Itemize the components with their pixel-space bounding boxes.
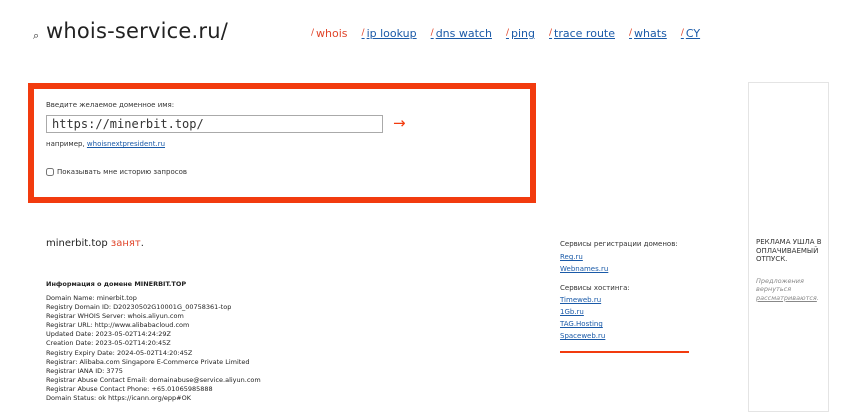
whois-line: Domain Name: minerbit.top [46, 294, 137, 302]
result-heading: minerbit.top занят. [46, 238, 144, 249]
nav-ip-lookup[interactable]: / ip lookup [362, 27, 417, 40]
nav-ping[interactable]: / ping [506, 27, 535, 40]
status-suffix: . [140, 238, 144, 249]
site-logo[interactable]: whois-service.ru/ [46, 19, 228, 43]
whois-line: Registrar IANA ID: 3775 [46, 366, 123, 375]
ad-title: РЕКЛАМА УШЛА В ОПЛАЧИВАЕМЫЙ ОТПУСК. [756, 238, 822, 263]
history-label: Показывать мне историю запросов [57, 168, 187, 176]
history-option[interactable]: Показывать мне историю запросов [46, 168, 187, 176]
nav-tick-icon: / [430, 28, 434, 38]
registration-services-heading: Сервисы регистрации доменов: [560, 240, 678, 248]
example-hint: например, whoisnextpresident.ru [46, 140, 165, 148]
ad-note-link[interactable]: рассматриваются [756, 294, 817, 302]
whois-line: Registrar WHOIS Server: whois.aliyun.com [46, 312, 184, 321]
search-icon: ⌕ [33, 29, 40, 42]
whois-line: Registrar: Alibaba.com Singapore E-Comme… [46, 357, 250, 366]
hosting-services-heading: Сервисы хостинга: [560, 284, 630, 292]
whois-line: Registry Domain ID: D20230502G10001G_007… [46, 303, 232, 312]
nav-dns-watch[interactable]: / dns watch [431, 27, 492, 40]
status-badge: занят [110, 238, 141, 249]
whois-line: Registrar URL: http://www.alibabacloud.c… [46, 321, 190, 330]
nav-tick-icon: / [680, 28, 684, 38]
example-prefix: например, [46, 140, 87, 148]
service-link-1gb[interactable]: 1Gb.ru [560, 308, 584, 316]
services-divider [560, 351, 689, 353]
ad-note-suffix: . [816, 293, 819, 302]
whois-line: Registrar Abuse Contact Phone: +65.01065… [46, 384, 213, 393]
whois-line: Domain Status: ok https://icann.org/epp#… [46, 394, 191, 403]
ad-note: Предложения вернуться рассматриваются. [756, 277, 830, 302]
top-nav: / whois / ip lookup / dns watch / ping / trac… [311, 27, 714, 40]
nav-trace-route[interactable]: / trace route [549, 27, 615, 40]
nav-tick-icon: / [629, 28, 633, 38]
nav-tick-icon: / [505, 28, 509, 38]
whois-line: Updated Date: 2023-05-02T14:24:29Z [46, 330, 171, 339]
nav-whats[interactable]: / whats [629, 27, 667, 40]
nav-tick-icon: / [361, 28, 365, 38]
whois-record: Domain Name: minerbit.top Registry Domai… [46, 294, 261, 403]
whois-line: Registrar Abuse Contact Email: domainabu… [46, 375, 261, 384]
nav-cy[interactable]: / CY [681, 27, 700, 40]
service-link-tag-hosting[interactable]: TAG.Hosting [560, 320, 603, 328]
service-link-timeweb[interactable]: Timeweb.ru [560, 296, 601, 304]
nav-tick-icon: / [549, 28, 553, 38]
nav-tick-icon: / [311, 28, 315, 38]
result-domain: minerbit.top [46, 238, 108, 249]
nav-whois[interactable]: / whois [311, 27, 348, 40]
domain-input[interactable] [46, 115, 383, 133]
service-link-reg-ru[interactable]: Reg.ru [560, 253, 583, 261]
info-title: Информация о домене MINERBIT.TOP [46, 280, 187, 288]
example-link[interactable]: whoisnextpresident.ru [87, 140, 165, 148]
service-link-webnames[interactable]: Webnames.ru [560, 265, 608, 273]
submit-arrow-icon[interactable]: → [393, 114, 406, 132]
service-link-spaceweb[interactable]: Spaceweb.ru [560, 332, 605, 340]
domain-input-label: Введите желаемое доменное имя: [46, 101, 175, 109]
history-checkbox[interactable] [46, 168, 54, 176]
ad-note-prefix: Предложения вернуться [756, 277, 804, 294]
whois-line: Registry Expiry Date: 2024-05-02T14:20:4… [46, 348, 193, 357]
whois-line: Creation Date: 2023-05-02T14:20:45Z [46, 339, 171, 348]
